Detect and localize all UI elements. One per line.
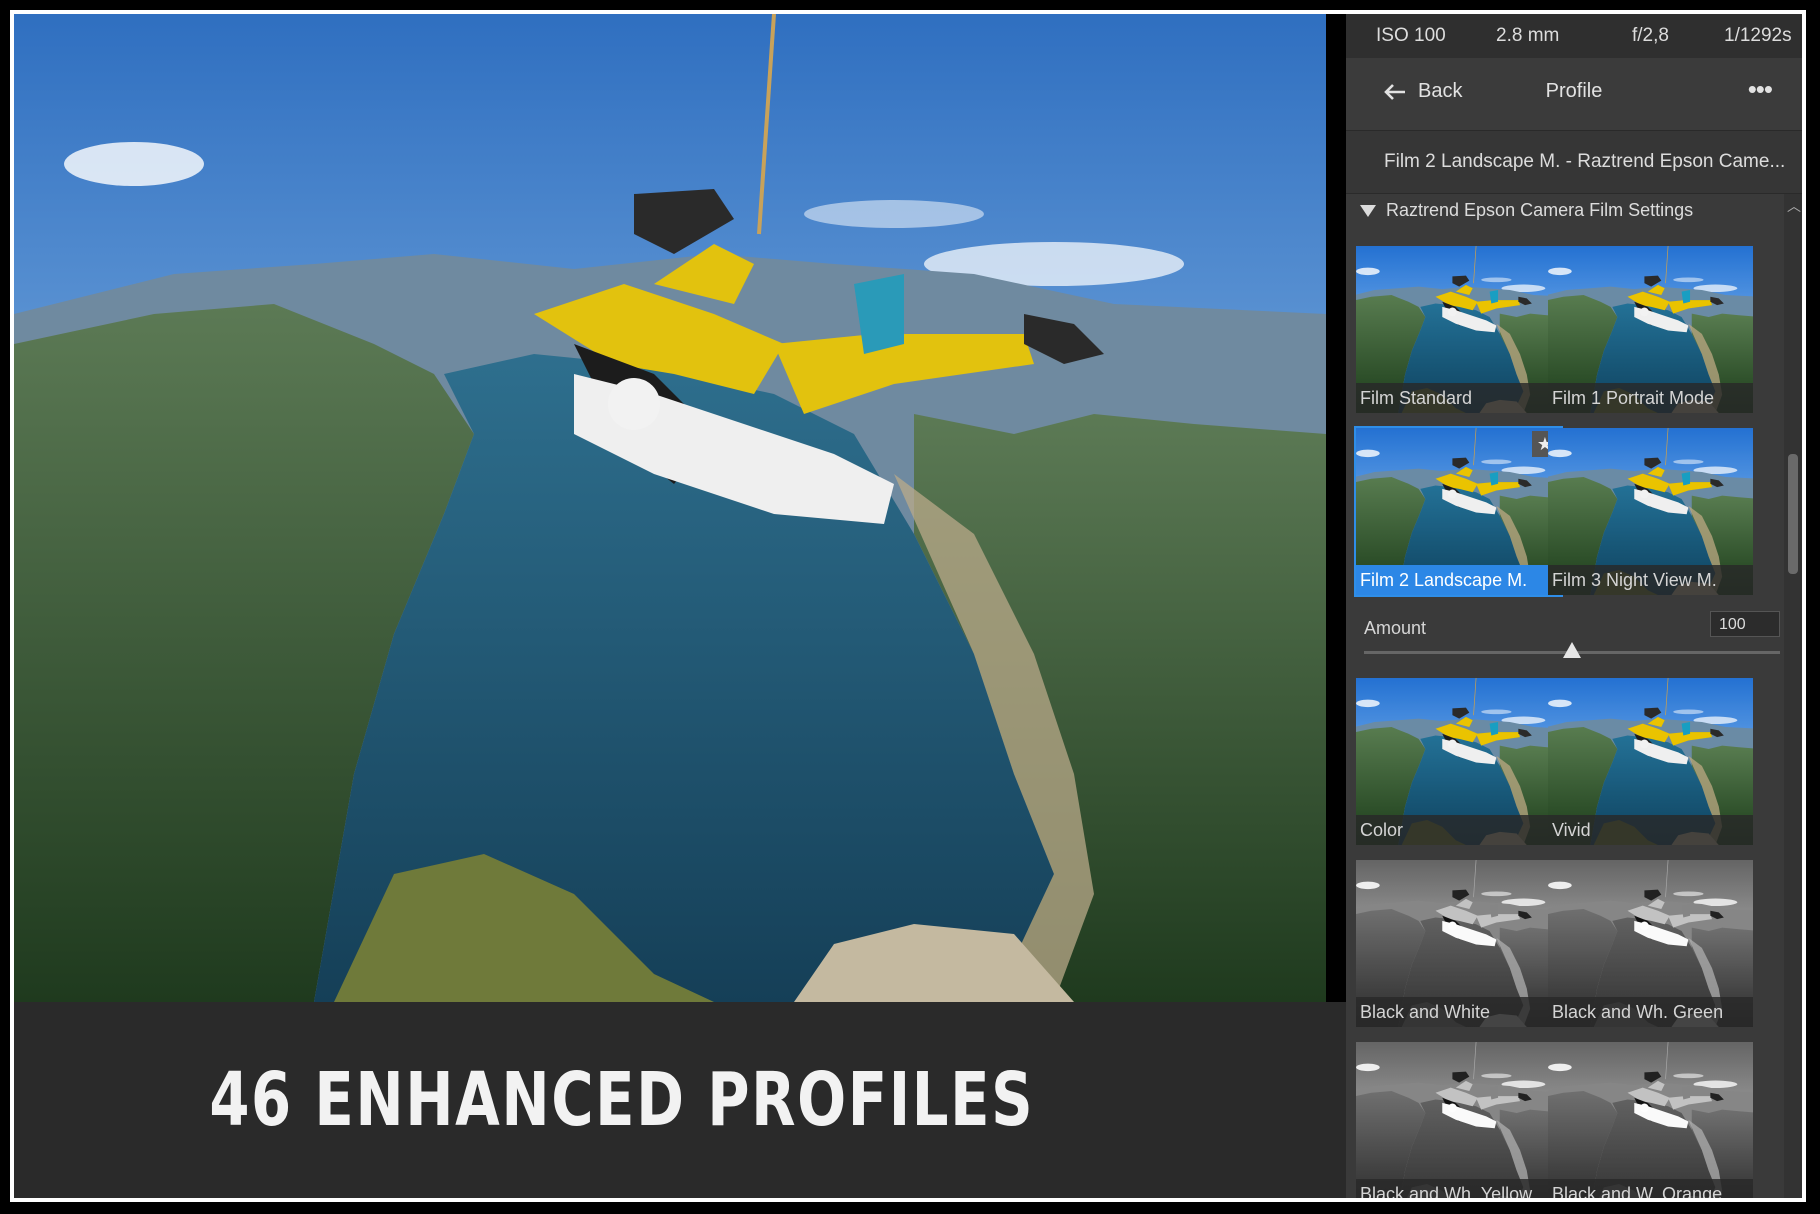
profile-thumbnail[interactable]: Vivid: [1548, 678, 1753, 845]
panel-scrollbar[interactable]: ︿: [1784, 194, 1802, 1198]
profile-label: Film 2 Landscape M.: [1356, 565, 1561, 595]
profile-thumbnail[interactable]: Film Standard: [1356, 246, 1561, 413]
shutter-value: 1/1292s: [1724, 25, 1792, 46]
profile-label: Black and Wh. Green: [1548, 997, 1753, 1027]
amount-label: Amount: [1364, 618, 1427, 638]
amount-input[interactable]: 100: [1710, 611, 1780, 637]
profile-thumbnail[interactable]: Black and W. Orange: [1548, 1042, 1753, 1198]
profile-label: Black and Wh. Yellow: [1356, 1179, 1561, 1198]
iso-value: ISO 100: [1376, 25, 1446, 46]
focal-length-value: 2.8 mm: [1496, 25, 1560, 46]
composite: 46 ENHANCED PROFILES ISO 100 2.8 mm f/2,…: [14, 14, 1802, 1198]
exif-bar: ISO 100 2.8 mm f/2,8 1/1292s: [1346, 14, 1802, 59]
promo-caption: 46 ENHANCED PROFILES: [209, 1057, 1035, 1143]
scrollbar-thumb[interactable]: [1788, 454, 1798, 574]
profile-label: Film Standard: [1356, 383, 1561, 413]
ellipsis-icon[interactable]: •••: [1748, 74, 1773, 105]
aperture-value: f/2,8: [1632, 25, 1669, 46]
profile-thumbnail[interactable]: Film 2 Landscape M. ★: [1354, 426, 1563, 597]
profile-thumbnail[interactable]: Color: [1356, 678, 1561, 845]
profile-label: Film 1 Portrait Mode: [1548, 383, 1753, 413]
panel-title: Profile: [1545, 80, 1603, 102]
profile-group-header[interactable]: Raztrend Epson Camera Film Settings: [1360, 200, 1693, 221]
profile-thumbnail[interactable]: Film 1 Portrait Mode: [1548, 246, 1753, 413]
panel-header: Back Profile •••: [1346, 58, 1802, 131]
profile-group-name: Raztrend Epson Camera Film Settings: [1386, 200, 1694, 220]
profile-thumbnail[interactable]: Black and Wh. Green: [1548, 860, 1753, 1027]
current-profile-name: Film 2 Landscape M. - Raztrend Epson Cam…: [1346, 131, 1802, 194]
profile-label: Vivid: [1548, 815, 1753, 845]
caption-bar: 46 ENHANCED PROFILES: [14, 1002, 1350, 1198]
profile-label: Black and W. Orange: [1548, 1179, 1753, 1198]
profile-label: Color: [1356, 815, 1561, 845]
image-frame: 46 ENHANCED PROFILES ISO 100 2.8 mm f/2,…: [10, 10, 1806, 1202]
chevron-up-icon[interactable]: ︿: [1787, 196, 1801, 216]
profile-thumbnail[interactable]: Film 3 Night View M.: [1548, 428, 1753, 595]
profile-thumbnail[interactable]: Black and Wh. Yellow: [1356, 1042, 1561, 1198]
main-photo: [14, 14, 1326, 1002]
amount-slider-handle[interactable]: [1563, 642, 1581, 658]
profile-thumbnail[interactable]: Black and White: [1356, 860, 1561, 1027]
profile-panel: ISO 100 2.8 mm f/2,8 1/1292s Back Profil…: [1346, 14, 1802, 1198]
triangle-down-icon: [1360, 204, 1376, 217]
profile-label: Film 3 Night View M.: [1548, 565, 1753, 595]
profile-label: Black and White: [1356, 997, 1561, 1027]
